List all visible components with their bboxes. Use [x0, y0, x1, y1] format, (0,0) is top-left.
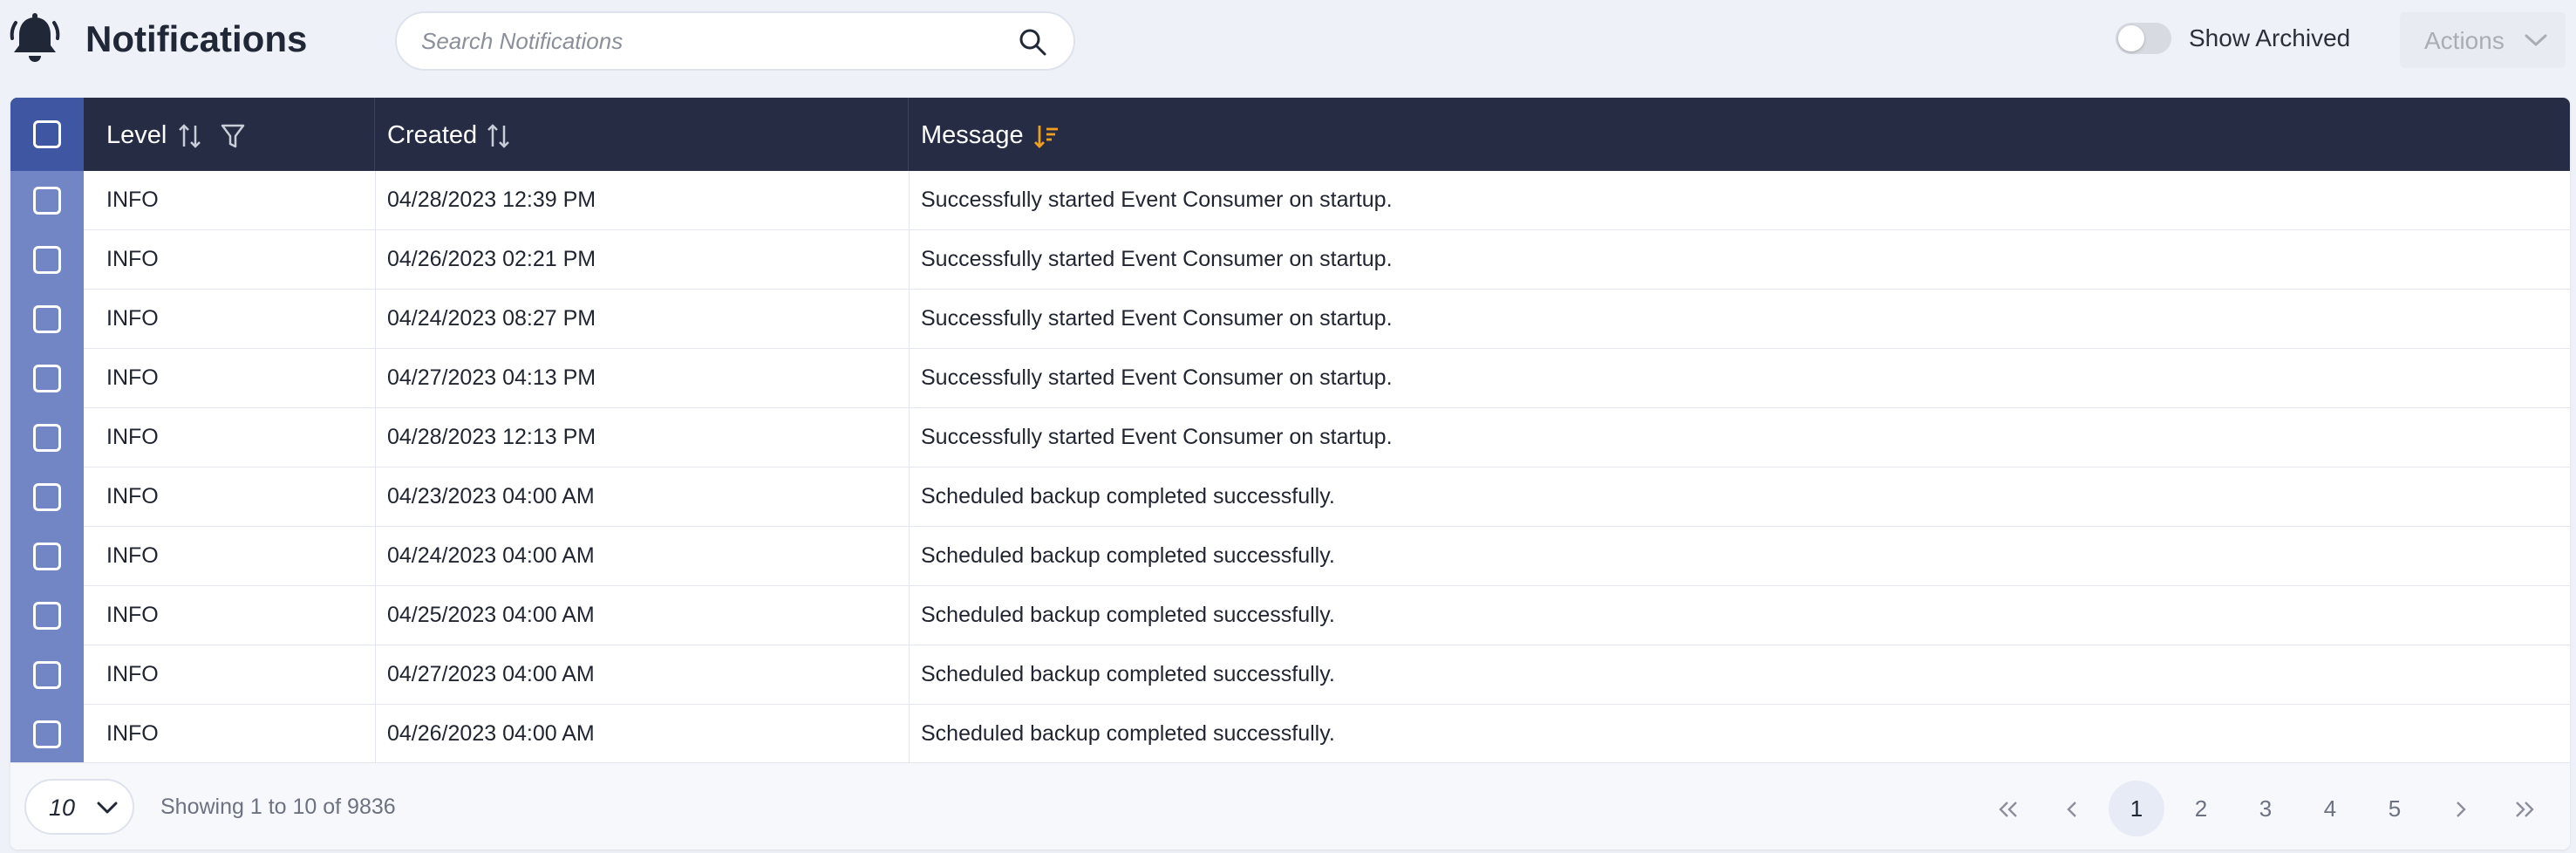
cell-level: INFO	[106, 543, 159, 568]
search-box[interactable]	[395, 11, 1075, 71]
page-title: Notifications	[85, 18, 308, 59]
row-checkbox[interactable]	[33, 246, 61, 274]
cell-created: 04/26/2023 02:21 PM	[387, 247, 596, 271]
cell-created: 04/24/2023 04:00 AM	[387, 543, 595, 568]
page-size-value: 10	[49, 795, 76, 821]
cell-message: Successfully started Event Consumer on s…	[921, 365, 1393, 390]
table-header: Level Created Message	[10, 98, 2570, 171]
row-checkbox[interactable]	[33, 483, 61, 511]
chevron-left-icon	[2067, 802, 2076, 817]
previous-page-button[interactable]	[2044, 781, 2100, 836]
toggle-knob	[2118, 25, 2144, 51]
column-label-created: Created	[387, 121, 478, 149]
actions-label: Actions	[2424, 27, 2504, 54]
cell-level: INFO	[106, 306, 159, 331]
cell-created: 04/24/2023 08:27 PM	[387, 306, 596, 331]
table-row[interactable]: INFO 04/27/2023 04:13 PM Successfully star…	[84, 349, 2570, 408]
last-page-button[interactable]	[2496, 781, 2552, 836]
row-checkbox[interactable]	[33, 187, 61, 215]
cell-message: Successfully started Event Consumer on s…	[921, 306, 1393, 331]
cell-message: Scheduled backup completed successfully.	[921, 543, 1335, 568]
cell-created: 04/27/2023 04:00 AM	[387, 662, 595, 686]
table-row[interactable]: INFO 04/28/2023 12:13 PM Successfully star…	[84, 408, 2570, 467]
cell-created: 04/23/2023 04:00 AM	[387, 484, 595, 508]
cell-level: INFO	[106, 247, 159, 271]
showing-count: Showing 1 to 10 of 9836	[160, 795, 396, 819]
cell-created: 04/26/2023 04:00 AM	[387, 721, 595, 746]
cell-level: INFO	[106, 188, 159, 212]
row-select-column	[10, 171, 84, 762]
column-header-level[interactable]: Level	[84, 98, 375, 171]
first-page-button[interactable]	[1980, 781, 2035, 836]
search-input[interactable]	[421, 13, 997, 69]
table-row[interactable]: INFO 04/27/2023 04:00 AM Scheduled backup …	[84, 645, 2570, 705]
row-checkbox[interactable]	[33, 365, 61, 392]
cell-level: INFO	[106, 425, 159, 449]
column-label-message: Message	[921, 121, 1024, 149]
table-row[interactable]: INFO 04/26/2023 02:21 PM Successfully star…	[84, 230, 2570, 290]
cell-level: INFO	[106, 365, 159, 390]
page-button-4[interactable]: 4	[2302, 781, 2358, 836]
sort-icon[interactable]	[176, 122, 204, 150]
cell-level: INFO	[106, 662, 159, 686]
table-row[interactable]: INFO 04/26/2023 04:00 AM Scheduled backup …	[84, 705, 2570, 764]
cell-level: INFO	[106, 484, 159, 508]
table-row[interactable]: INFO 04/23/2023 04:00 AM Scheduled backup …	[84, 467, 2570, 527]
show-archived-toggle[interactable]	[2116, 23, 2171, 54]
cell-message: Scheduled backup completed successfully.	[921, 603, 1335, 627]
column-header-message[interactable]: Message	[909, 98, 2570, 171]
pagination-bar: 10 Showing 1 to 10 of 9836 12345	[10, 762, 2570, 850]
row-checkbox[interactable]	[33, 543, 61, 570]
cell-level: INFO	[106, 721, 159, 746]
page-button-3[interactable]: 3	[2238, 781, 2293, 836]
cell-message: Successfully started Event Consumer on s…	[921, 425, 1393, 449]
search-icon[interactable]	[1018, 27, 1047, 57]
top-bar: Notifications Show Archived Actions	[0, 0, 2576, 80]
double-chevron-right-icon	[2516, 802, 2534, 817]
column-label-level: Level	[106, 121, 167, 149]
sort-icon[interactable]	[485, 122, 513, 150]
sort-descending-icon[interactable]	[1032, 122, 1060, 150]
row-checkbox[interactable]	[33, 305, 61, 333]
cell-message: Successfully started Event Consumer on s…	[921, 247, 1393, 271]
cell-created: 04/28/2023 12:13 PM	[387, 425, 596, 449]
notifications-table: Level Created Message INFO 04/28/2023 12…	[10, 98, 2570, 850]
filter-icon[interactable]	[220, 122, 246, 150]
page-size-select[interactable]: 10	[24, 779, 134, 835]
table-row[interactable]: INFO 04/25/2023 04:00 AM Scheduled backup …	[84, 586, 2570, 645]
page-button-5[interactable]: 5	[2367, 781, 2423, 836]
column-header-created[interactable]: Created	[375, 98, 909, 171]
cell-created: 04/25/2023 04:00 AM	[387, 603, 595, 627]
column-divider	[909, 171, 910, 762]
cell-message: Scheduled backup completed successfully.	[921, 662, 1335, 686]
actions-dropdown[interactable]: Actions	[2400, 12, 2566, 68]
cell-message: Scheduled backup completed successfully.	[921, 721, 1335, 746]
table-row[interactable]: INFO 04/28/2023 12:39 PM Successfully star…	[84, 171, 2570, 230]
next-page-button[interactable]	[2431, 781, 2487, 836]
bell-icon	[10, 13, 60, 62]
cell-created: 04/28/2023 12:39 PM	[387, 188, 596, 212]
show-archived-label: Show Archived	[2189, 24, 2351, 51]
chevron-down-icon	[97, 802, 118, 814]
select-all-cell	[10, 98, 84, 171]
row-checkbox[interactable]	[33, 424, 61, 452]
chevron-down-icon	[2525, 34, 2547, 46]
cell-created: 04/27/2023 04:13 PM	[387, 365, 596, 390]
cell-message: Scheduled backup completed successfully.	[921, 484, 1335, 508]
cell-message: Successfully started Event Consumer on s…	[921, 188, 1393, 212]
row-checkbox[interactable]	[33, 661, 61, 689]
double-chevron-left-icon	[1999, 802, 2017, 817]
row-checkbox[interactable]	[33, 602, 61, 630]
chevron-right-icon	[2457, 802, 2466, 817]
select-all-checkbox[interactable]	[33, 120, 61, 148]
page-button-2[interactable]: 2	[2173, 781, 2229, 836]
page-button-1[interactable]: 1	[2109, 781, 2164, 836]
row-checkbox[interactable]	[33, 720, 61, 748]
table-row[interactable]: INFO 04/24/2023 04:00 AM Scheduled backup …	[84, 527, 2570, 586]
cell-level: INFO	[106, 603, 159, 627]
column-divider	[375, 171, 376, 762]
table-row[interactable]: INFO 04/24/2023 08:27 PM Successfully star…	[84, 290, 2570, 349]
